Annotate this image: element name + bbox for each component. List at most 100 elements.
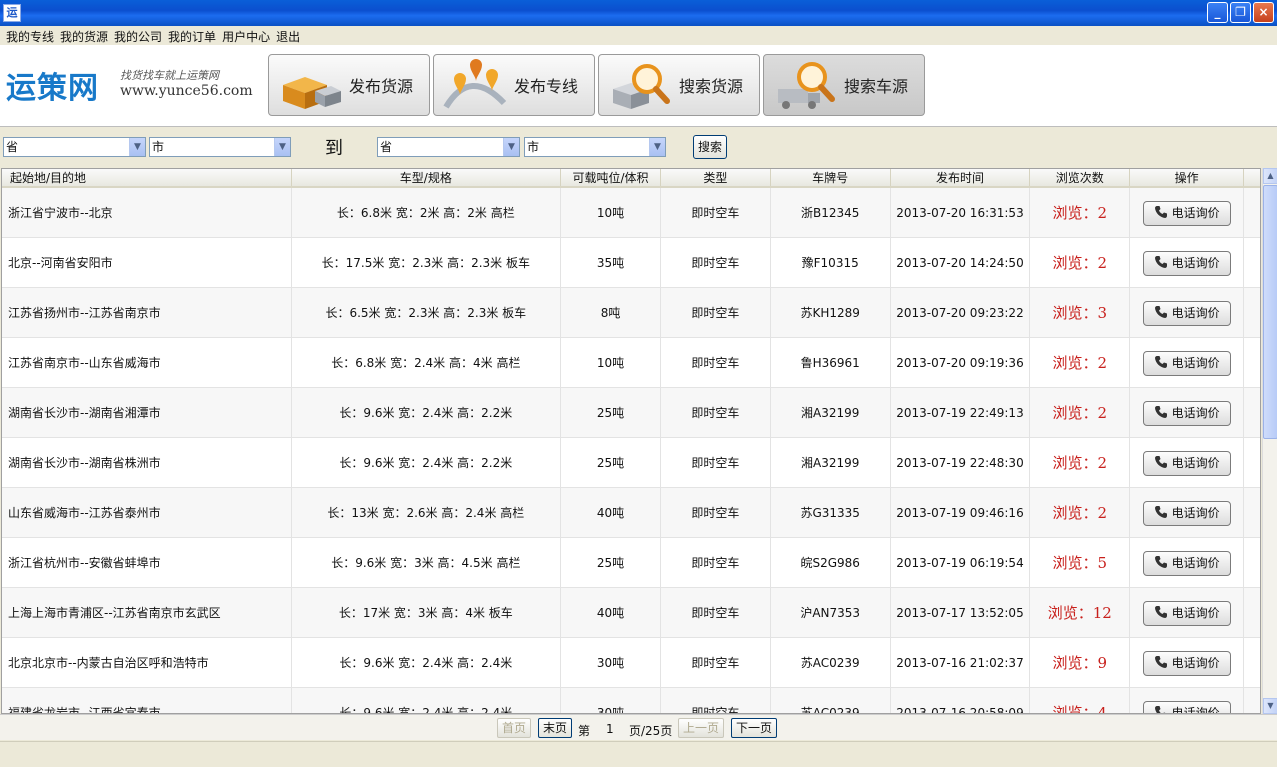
- phone-inquiry-button[interactable]: 电话询价: [1142, 601, 1231, 626]
- cell-time: 2013-07-19 06:19:54: [891, 538, 1031, 587]
- first-page-button[interactable]: 首页: [497, 718, 531, 738]
- window-title-bar[interactable]: 运 _ ❐ ×: [0, 0, 1277, 26]
- phone-inquiry-button[interactable]: 电话询价: [1142, 201, 1231, 226]
- cell-views: 浏览：2: [1030, 188, 1131, 237]
- cell-route: 浙江省杭州市--安徽省蚌埠市: [2, 538, 292, 587]
- next-page-button[interactable]: 下一页: [731, 718, 777, 738]
- phone-inquiry-label: 电话询价: [1171, 506, 1220, 520]
- menu-my-lines[interactable]: 我的专线: [6, 26, 60, 45]
- table-row[interactable]: 江苏省南京市--山东省威海市 长：6.8米 宽：2.4米 高：4米 高栏 10吨 即时…: [2, 338, 1260, 388]
- phone-icon: [1154, 604, 1168, 618]
- header-spec[interactable]: 车型/规格: [292, 169, 562, 186]
- cell-views: 浏览：2: [1030, 488, 1131, 537]
- phone-inquiry-button[interactable]: 电话询价: [1142, 351, 1231, 376]
- from-city-select[interactable]: 市 ▼: [149, 137, 291, 157]
- publish-cargo-label: 发布货源: [349, 77, 414, 96]
- chevron-down-icon[interactable]: ▼: [503, 138, 519, 156]
- views-count: 浏览：12: [1047, 604, 1112, 622]
- chevron-down-icon[interactable]: ▼: [274, 138, 290, 156]
- publish-cargo-button[interactable]: 发布货源: [268, 54, 430, 116]
- cell-type: 即时空车: [661, 288, 771, 337]
- vertical-scrollbar[interactable]: ▲ ▼: [1262, 168, 1277, 714]
- minimize-button[interactable]: _: [1207, 2, 1228, 23]
- phone-inquiry-button[interactable]: 电话询价: [1142, 301, 1231, 326]
- truck-source-table: 起始地/目的地 车型/规格 可载吨位/体积 类型 车牌号 发布时间 浏览次数 操…: [1, 168, 1261, 714]
- scroll-thumb[interactable]: [1263, 185, 1277, 439]
- current-page-input[interactable]: 1: [606, 722, 614, 736]
- table-row[interactable]: 福建省龙岩市--江西省宜春市 长：9.6米 宽：2.4米 高：2.4米 30吨 即时空…: [2, 688, 1260, 714]
- cell-load: 40吨: [561, 488, 661, 537]
- restore-button[interactable]: ❐: [1230, 2, 1251, 23]
- cell-views: 浏览：9: [1030, 638, 1131, 687]
- cell-route: 江苏省扬州市--江苏省南京市: [2, 288, 292, 337]
- cell-views: 浏览：2: [1030, 238, 1131, 287]
- header-type[interactable]: 类型: [661, 169, 771, 186]
- cell-spec: 长：9.6米 宽：2.4米 高：2.4米: [292, 638, 562, 687]
- phone-inquiry-button[interactable]: 电话询价: [1142, 701, 1231, 713]
- cell-views: 浏览：5: [1030, 538, 1131, 587]
- menu-my-orders[interactable]: 我的订单: [168, 26, 222, 45]
- cell-filler: [1244, 338, 1260, 387]
- phone-inquiry-button[interactable]: 电话询价: [1142, 251, 1231, 276]
- cell-filler: [1244, 388, 1260, 437]
- search-cargo-button[interactable]: 搜索货源: [598, 54, 760, 116]
- cell-type: 即时空车: [661, 538, 771, 587]
- cell-views: 浏览：2: [1030, 338, 1131, 387]
- to-province-select[interactable]: 省 ▼: [377, 137, 520, 157]
- table-header: 起始地/目的地 车型/规格 可载吨位/体积 类型 车牌号 发布时间 浏览次数 操…: [2, 169, 1260, 188]
- to-city-value: 市: [527, 140, 540, 154]
- search-button[interactable]: 搜索: [693, 135, 727, 159]
- cell-load: 40吨: [561, 588, 661, 637]
- table-row[interactable]: 浙江省杭州市--安徽省蚌埠市 长：9.6米 宽：3米 高：4.5米 高栏 25吨 即时…: [2, 538, 1260, 588]
- last-page-button[interactable]: 末页: [538, 718, 572, 738]
- cell-action: 电话询价: [1130, 538, 1245, 587]
- phone-inquiry-button[interactable]: 电话询价: [1142, 451, 1231, 476]
- cell-time: 2013-07-20 09:23:22: [891, 288, 1031, 337]
- scroll-down-button[interactable]: ▼: [1263, 698, 1277, 714]
- table-row[interactable]: 浙江省宁波市--北京 长：6.8米 宽：2米 高：2米 高栏 10吨 即时空车 浙B12…: [2, 188, 1260, 238]
- cell-plate: 苏KH1289: [771, 288, 891, 337]
- menu-user-center[interactable]: 用户中心: [222, 26, 276, 45]
- search-truck-button[interactable]: 搜索车源: [763, 54, 925, 116]
- close-button[interactable]: ×: [1253, 2, 1274, 23]
- cell-type: 即时空车: [661, 338, 771, 387]
- table-row[interactable]: 湖南省长沙市--湖南省湘潭市 长：9.6米 宽：2.4米 高：2.2米 25吨 即时空…: [2, 388, 1260, 438]
- header-load[interactable]: 可载吨位/体积: [561, 169, 661, 186]
- cell-spec: 长：9.6米 宽：2.4米 高：2.2米: [292, 438, 562, 487]
- cell-time: 2013-07-20 16:31:53: [891, 188, 1031, 237]
- header-action[interactable]: 操作: [1130, 169, 1245, 186]
- cell-route: 浙江省宁波市--北京: [2, 188, 292, 237]
- phone-inquiry-button[interactable]: 电话询价: [1142, 551, 1231, 576]
- phone-icon: [1154, 454, 1168, 468]
- table-row[interactable]: 山东省威海市--江苏省泰州市 长：13米 宽：2.6米 高：2.4米 高栏 40吨即…: [2, 488, 1260, 538]
- phone-inquiry-button[interactable]: 电话询价: [1142, 501, 1231, 526]
- header-time[interactable]: 发布时间: [891, 169, 1031, 186]
- prev-page-button[interactable]: 上一页: [678, 718, 724, 738]
- header-views[interactable]: 浏览次数: [1030, 169, 1131, 186]
- table-row[interactable]: 北京北京市--内蒙古自治区呼和浩特市 长：9.6米 宽：2.4米 高：2.4米 30…: [2, 638, 1260, 688]
- header-plate[interactable]: 车牌号: [771, 169, 891, 186]
- table-row[interactable]: 江苏省扬州市--江苏省南京市 长：6.5米 宽：2.3米 高：2.3米 板车 8吨即…: [2, 288, 1260, 338]
- cell-action: 电话询价: [1130, 388, 1245, 437]
- phone-inquiry-button[interactable]: 电话询价: [1142, 651, 1231, 676]
- views-count: 浏览：2: [1052, 504, 1108, 522]
- cell-spec: 长：9.6米 宽：2.4米 高：2.4米: [292, 688, 562, 713]
- cell-type: 即时空车: [661, 638, 771, 687]
- table-row[interactable]: 上海上海市青浦区--江苏省南京市玄武区 长：17米 宽：3米 高：4米 板车 40吨…: [2, 588, 1260, 638]
- views-count: 浏览：2: [1052, 354, 1108, 372]
- chevron-down-icon[interactable]: ▼: [129, 138, 145, 156]
- table-row[interactable]: 北京--河南省安阳市 长：17.5米 宽：2.3米 高：2.3米 板车 35吨 即时空…: [2, 238, 1260, 288]
- publish-line-button[interactable]: 发布专线: [433, 54, 595, 116]
- chevron-down-icon[interactable]: ▼: [649, 138, 665, 156]
- header-route[interactable]: 起始地/目的地: [2, 169, 292, 186]
- menu-my-cargo[interactable]: 我的货源: [60, 26, 114, 45]
- phone-inquiry-button[interactable]: 电话询价: [1142, 401, 1231, 426]
- scroll-up-button[interactable]: ▲: [1263, 168, 1277, 184]
- to-city-select[interactable]: 市 ▼: [524, 137, 666, 157]
- menu-my-company[interactable]: 我的公司: [114, 26, 168, 45]
- menu-logout[interactable]: 退出: [276, 26, 306, 45]
- cell-time: 2013-07-20 09:19:36: [891, 338, 1031, 387]
- table-row[interactable]: 湖南省长沙市--湖南省株洲市 长：9.6米 宽：2.4米 高：2.2米 25吨 即时空…: [2, 438, 1260, 488]
- views-count: 浏览：4: [1052, 704, 1108, 714]
- from-province-select[interactable]: 省 ▼: [3, 137, 146, 157]
